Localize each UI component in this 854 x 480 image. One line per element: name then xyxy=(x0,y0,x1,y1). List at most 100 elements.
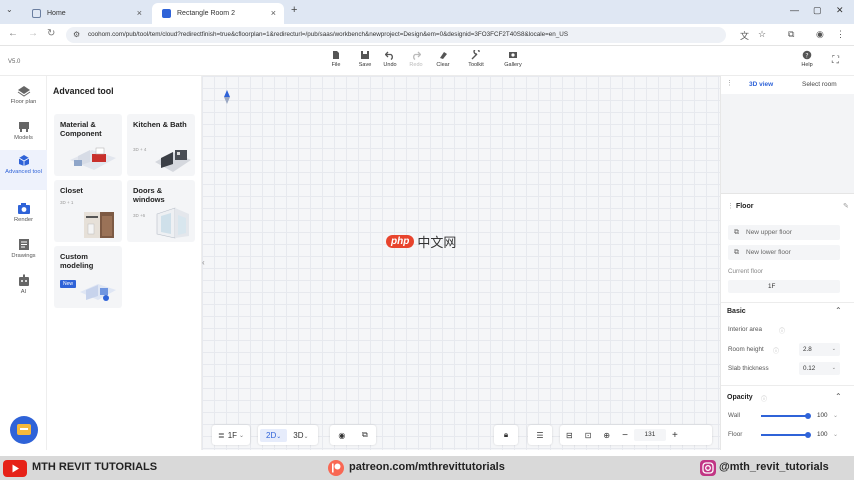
bookmark-star-icon[interactable]: ☆ xyxy=(758,29,766,40)
wall-opacity-knob[interactable] xyxy=(805,413,811,419)
models-icon xyxy=(18,122,29,132)
gallery-label: Gallery xyxy=(504,62,522,68)
save-button[interactable]: Save xyxy=(352,50,378,68)
current-floor-field[interactable]: 1F xyxy=(728,280,840,293)
rail-item-advanced-tool[interactable]: Advanced tool xyxy=(0,150,47,190)
close-icon[interactable]: × xyxy=(137,8,142,18)
channel-name: MTH REVIT TUTORIALS xyxy=(32,461,158,473)
lock-icon: 🔒︎ xyxy=(503,430,509,439)
view-3d-button[interactable]: 3D⌄ xyxy=(287,431,314,440)
settings-sliders-button[interactable]: ☰ xyxy=(528,425,552,445)
slab-thickness-field[interactable]: 0.12 ⌄ xyxy=(799,362,840,375)
close-icon[interactable]: × xyxy=(271,8,276,18)
visibility-eye-icon[interactable]: ◉ xyxy=(338,431,345,440)
extensions-icon[interactable]: ⧉ xyxy=(788,29,794,40)
translate-icon[interactable]: 文 xyxy=(740,29,749,42)
forward-icon[interactable]: → xyxy=(28,28,38,39)
new-upper-floor-button[interactable]: ⧉ New upper floor xyxy=(728,225,840,240)
zoom-out-button[interactable]: − xyxy=(616,430,634,441)
channel-banner: MTH REVIT TUTORIALS patreon.com/mthrevit… xyxy=(0,456,854,480)
edit-icon[interactable]: ✎ xyxy=(843,202,849,210)
minimize-icon[interactable]: — xyxy=(790,5,799,15)
view-2d-button[interactable]: 2D⌄ xyxy=(260,428,288,442)
floor-selector[interactable]: ≣ 1F ⌄ xyxy=(212,425,250,445)
3d-preview-area[interactable] xyxy=(721,94,854,194)
help-button[interactable]: ? Help xyxy=(794,50,820,68)
chevron-up-icon[interactable]: ⌃ xyxy=(835,306,842,315)
assistant-icon xyxy=(17,424,31,435)
url-field[interactable]: ⚙ coohom.com/pub/tool/tem/cloud?redirect… xyxy=(66,27,726,43)
lock-button[interactable]: 🔒︎ xyxy=(494,425,518,445)
reload-icon[interactable]: ↻ xyxy=(47,28,55,39)
maximize-icon[interactable]: ▢ xyxy=(813,5,822,16)
redo-button[interactable]: Redo xyxy=(403,50,429,68)
layer-stack-icon[interactable]: ⧉ xyxy=(362,430,368,440)
tab-search-icon[interactable]: ⌄ xyxy=(6,5,13,14)
info-icon[interactable]: ⓘ xyxy=(779,326,785,335)
site-info-icon[interactable]: ⚙ xyxy=(73,27,80,43)
rail-label: AI xyxy=(20,289,27,295)
info-icon[interactable]: ⓘ xyxy=(761,394,767,403)
rail-item-ai[interactable]: AI xyxy=(0,274,47,300)
clear-button[interactable]: Clear xyxy=(430,50,456,68)
gallery-button[interactable]: Gallery xyxy=(500,50,526,68)
rail-item-floor-plan[interactable]: Floor plan xyxy=(0,84,47,114)
measure-icon[interactable]: ⊟ xyxy=(560,431,579,440)
tab-rectangle-room[interactable]: Rectangle Room 2 × xyxy=(152,3,284,24)
toolkit-icon xyxy=(471,50,480,60)
zoom-area-icon[interactable]: ⊕ xyxy=(597,431,616,440)
info-icon[interactable]: ⓘ xyxy=(773,346,779,355)
help-icon: ? xyxy=(802,50,812,60)
fullscreen-icon[interactable]: ⛶ xyxy=(832,55,839,66)
profile-icon[interactable]: ◉ xyxy=(816,29,824,40)
toolkit-button[interactable]: Toolkit xyxy=(463,50,489,68)
floor-opacity-knob[interactable] xyxy=(805,432,811,438)
undo-icon xyxy=(385,51,393,60)
rail-label: Floor plan xyxy=(10,99,37,105)
clear-icon xyxy=(440,52,447,59)
drag-handle-icon[interactable]: ⋮ xyxy=(726,79,733,87)
room-height-field[interactable]: 2.8 ⌄ xyxy=(799,343,840,356)
file-button[interactable]: File xyxy=(323,50,349,68)
wall-opacity-slider[interactable] xyxy=(761,415,808,417)
floor-section-title: ⋮ Floor xyxy=(727,202,753,210)
undo-button[interactable]: Undo xyxy=(377,50,403,68)
stepper-icon[interactable]: ⌄ xyxy=(833,412,838,419)
tab-3d-view[interactable]: 3D view xyxy=(749,81,773,88)
opacity-section-title: Opacity xyxy=(727,394,753,401)
window-close-icon[interactable]: ✕ xyxy=(836,5,844,16)
card-title: Doors & windows xyxy=(133,186,165,204)
card-kitchen-bath[interactable]: Kitchen & Bath 3D + 4 xyxy=(127,114,195,176)
back-icon[interactable]: ← xyxy=(8,28,18,39)
chevron-down-icon: ⌄ xyxy=(831,365,836,371)
chevron-down-icon: ⌄ xyxy=(303,433,309,440)
view-tabs: ⋮ 3D view Select room xyxy=(721,76,854,94)
tab-home[interactable]: Home × xyxy=(22,3,150,24)
card-material-component[interactable]: Material & Component xyxy=(54,114,122,176)
room-height-value: 2.8 xyxy=(803,346,812,353)
card-doors-windows[interactable]: Doors & windows 3D +6 xyxy=(127,180,195,242)
watermark: php 中文网 xyxy=(386,232,456,251)
compass-icon xyxy=(224,90,230,104)
fit-view-icon[interactable]: ⊡ xyxy=(579,431,598,440)
floor-opacity-slider[interactable] xyxy=(761,434,808,436)
stepper-icon[interactable]: ⌄ xyxy=(833,431,838,438)
rail-item-drawings[interactable]: Drawings xyxy=(0,238,47,264)
zoom-in-button[interactable]: + xyxy=(666,430,684,441)
collapse-panel-icon[interactable]: ‹ xyxy=(202,258,205,267)
zoom-level-field[interactable]: 131 xyxy=(633,429,666,441)
assistant-avatar[interactable] xyxy=(10,416,38,444)
new-tab-icon[interactable]: + xyxy=(291,4,297,16)
view-mode-toggle: 2D⌄ 3D⌄ xyxy=(258,425,318,445)
card-closet[interactable]: Closet 3D + 1 xyxy=(54,180,122,242)
menu-dots-icon[interactable]: ⋮ xyxy=(836,29,845,40)
rail-item-models[interactable]: Models xyxy=(0,120,47,146)
new-lower-floor-button[interactable]: ⧉ New lower floor xyxy=(728,245,840,260)
design-canvas[interactable] xyxy=(202,76,720,450)
chevron-up-icon[interactable]: ⌃ xyxy=(835,392,842,401)
tab-select-room[interactable]: Select room xyxy=(802,81,837,88)
rail-item-render[interactable]: Render xyxy=(0,202,47,228)
display-tools: ◉ ⧉ xyxy=(330,425,376,445)
card-custom-modeling[interactable]: Custom modeling New xyxy=(54,246,122,308)
current-floor-label: Current floor xyxy=(728,268,763,275)
